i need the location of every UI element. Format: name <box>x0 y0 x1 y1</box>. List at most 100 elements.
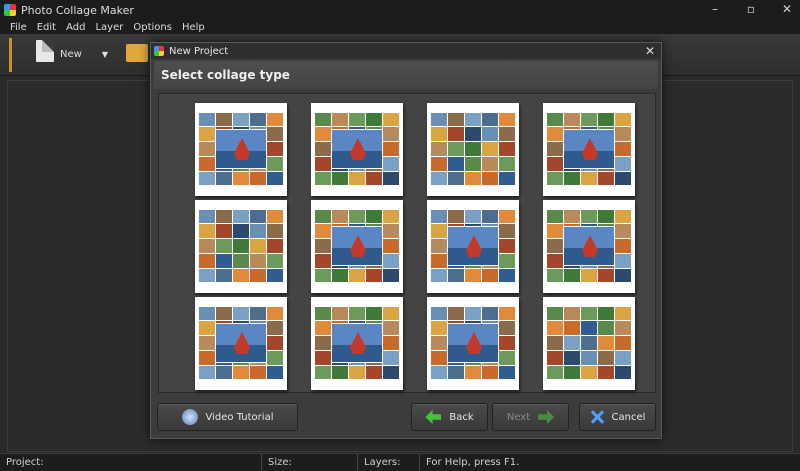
collage-photo-tile <box>232 239 250 253</box>
collage-photo-tile <box>482 171 499 186</box>
collage-photo-tile <box>198 306 215 321</box>
collage-photo-tile <box>267 239 284 253</box>
collage-photo-tile <box>482 306 499 321</box>
collage-photo-tile <box>366 306 383 321</box>
collage-template-9[interactable] <box>195 297 287 390</box>
collage-photo-tile <box>430 112 447 127</box>
collage-template-8[interactable] <box>543 200 635 293</box>
collage-template-6[interactable] <box>311 200 403 293</box>
menu-help[interactable]: Help <box>182 22 205 33</box>
collage-photo-tile <box>499 127 516 142</box>
collage-photo-tile <box>499 365 516 380</box>
collage-photo-tile <box>250 209 267 224</box>
collage-photo-tile <box>267 365 284 380</box>
collage-photo-tile <box>383 112 400 127</box>
collage-photo-tile <box>598 112 615 127</box>
collage-photo-tile <box>314 112 331 127</box>
collage-feature-photo <box>563 226 615 266</box>
collage-photo-tile <box>615 268 632 283</box>
window-titlebar: Photo Collage Maker – ▫ ✕ <box>0 0 800 20</box>
back-button[interactable]: Back <box>411 403 488 431</box>
collage-photo-tile <box>546 253 563 268</box>
collage-photo-tile <box>499 336 516 350</box>
collage-photo-tile <box>464 112 482 127</box>
menu-edit[interactable]: Edit <box>37 22 56 33</box>
collage-photo-tile <box>499 350 516 365</box>
collage-photo-tile <box>447 171 464 186</box>
collage-photo-tile <box>215 209 232 224</box>
collage-photo-tile <box>314 306 331 321</box>
collage-photo-tile <box>464 365 482 380</box>
collage-photo-tile <box>430 336 447 350</box>
collage-photo-tile <box>464 268 482 283</box>
collage-photo-tile <box>215 253 232 268</box>
collage-photo-tile <box>447 112 464 127</box>
dialog-button-bar: Video Tutorial Back Next Cancel <box>151 403 663 435</box>
video-tutorial-button[interactable]: Video Tutorial <box>157 403 298 431</box>
collage-photo-tile <box>250 224 267 239</box>
collage-photo-tile <box>250 253 267 268</box>
minimize-button[interactable]: – <box>708 2 722 16</box>
collage-template-5[interactable] <box>195 200 287 293</box>
collage-photo-tile <box>383 268 400 283</box>
collage-photo-tile <box>546 306 563 321</box>
collage-photo-tile <box>314 127 331 142</box>
cancel-button[interactable]: Cancel <box>579 403 656 431</box>
collage-photo-tile <box>267 268 284 283</box>
menu-options[interactable]: Options <box>133 22 172 33</box>
open-folder-icon[interactable] <box>126 44 148 62</box>
collage-photo-tile <box>546 268 563 283</box>
dialog-close-button[interactable]: ✕ <box>645 44 655 58</box>
collage-template-2[interactable] <box>311 103 403 196</box>
close-button[interactable]: ✕ <box>780 2 794 16</box>
collage-photo-tile <box>215 171 232 186</box>
collage-photo-tile <box>464 209 482 224</box>
collage-photo-tile <box>314 321 331 336</box>
collage-template-10[interactable] <box>311 297 403 390</box>
collage-template-11[interactable] <box>427 297 519 390</box>
collage-photo-tile <box>598 365 615 380</box>
collage-photo-tile <box>499 239 516 253</box>
collage-photo-tile <box>546 336 563 350</box>
collage-photo-tile <box>447 365 464 380</box>
collage-photo-tile <box>563 209 580 224</box>
maximize-button[interactable]: ▫ <box>744 2 758 16</box>
menu-file[interactable]: File <box>10 22 27 33</box>
status-layers-label: Layers: <box>364 457 401 468</box>
cancel-button-label: Cancel <box>611 411 646 423</box>
collage-photo-tile <box>383 142 400 156</box>
collage-template-7[interactable] <box>427 200 519 293</box>
collage-photo-tile <box>430 306 447 321</box>
collage-photo-tile <box>447 156 464 171</box>
collage-photo-tile <box>232 268 250 283</box>
collage-photo-tile <box>331 171 348 186</box>
app-logo-icon <box>4 4 16 16</box>
collage-feature-photo <box>331 323 383 363</box>
menu-add[interactable]: Add <box>66 22 85 33</box>
collage-photo-tile <box>314 350 331 365</box>
collage-template-12[interactable] <box>543 297 635 390</box>
collage-photo-tile <box>447 306 464 321</box>
menu-layer[interactable]: Layer <box>95 22 123 33</box>
collage-photo-tile <box>267 156 284 171</box>
collage-photo-tile <box>598 209 615 224</box>
collage-photo-tile <box>198 336 215 350</box>
collage-template-4[interactable] <box>543 103 635 196</box>
dialog-titlebar: New Project ✕ <box>151 43 661 59</box>
collage-photo-tile <box>331 306 348 321</box>
collage-photo-tile <box>580 112 598 127</box>
collage-photo-tile <box>615 209 632 224</box>
collage-template-3[interactable] <box>427 103 519 196</box>
next-button[interactable]: Next <box>492 403 569 431</box>
collage-photo-tile <box>198 112 215 127</box>
collage-photo-tile <box>499 142 516 156</box>
collage-photo-tile <box>615 350 632 365</box>
collage-photo-tile <box>580 268 598 283</box>
collage-photo-tile <box>383 171 400 186</box>
collage-photo-tile <box>563 112 580 127</box>
new-dropdown-arrow[interactable]: ▼ <box>102 50 108 59</box>
collage-photo-tile <box>366 209 383 224</box>
collage-template-1[interactable] <box>195 103 287 196</box>
new-button[interactable]: New ▼ <box>36 40 108 62</box>
next-button-label: Next <box>506 411 531 423</box>
